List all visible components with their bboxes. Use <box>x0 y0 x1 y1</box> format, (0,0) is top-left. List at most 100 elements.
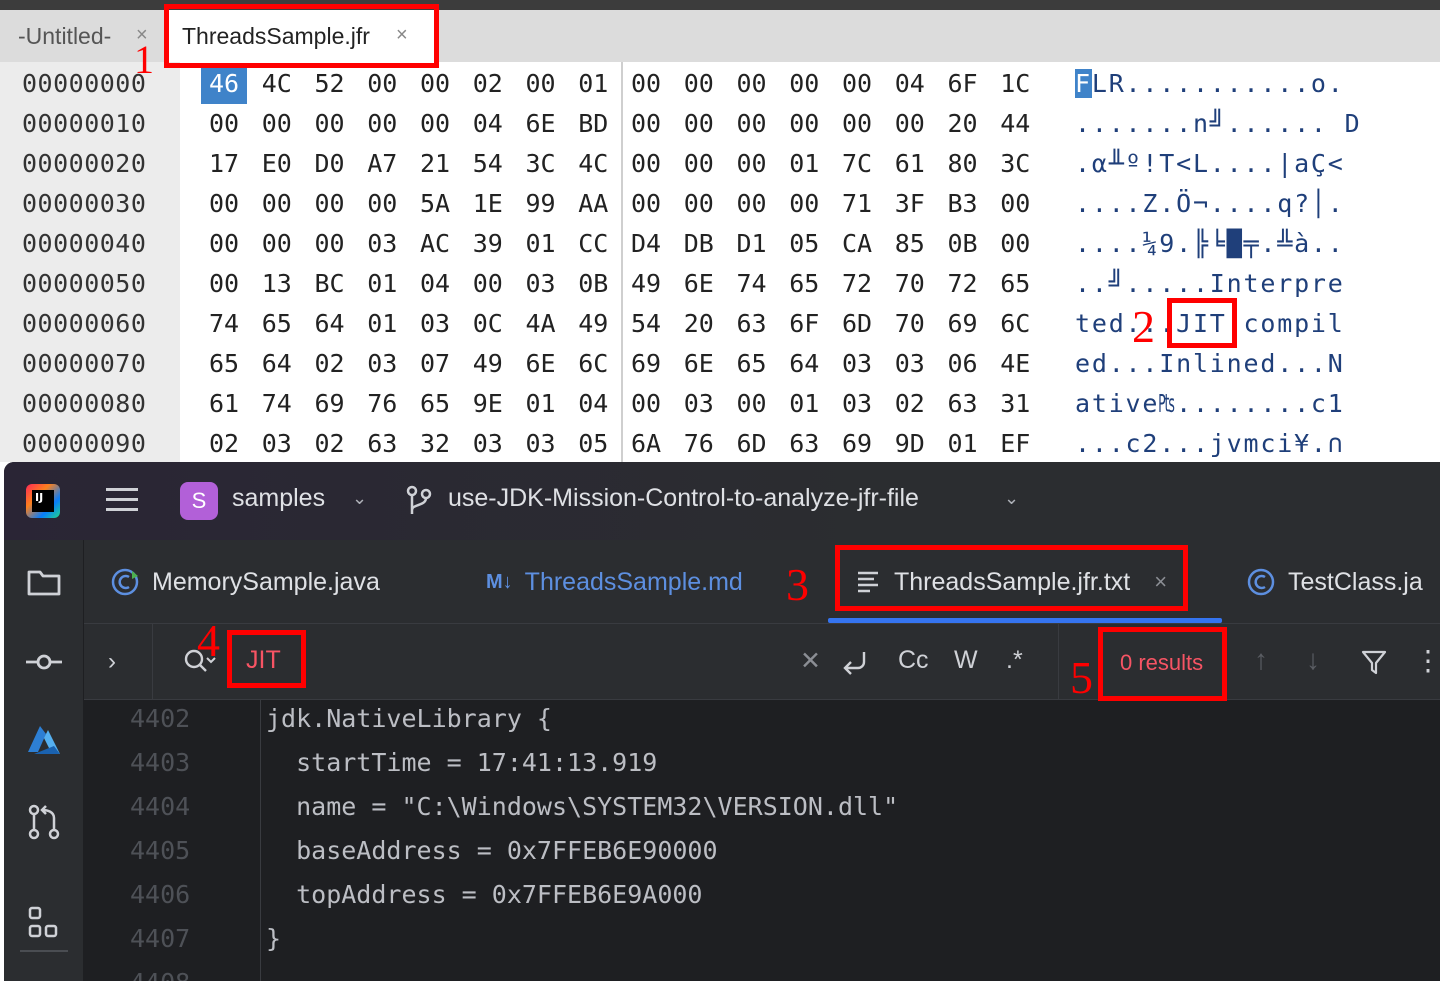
hex-byte[interactable]: 00 <box>623 184 669 224</box>
ascii-row[interactable]: ed...Inlined...N <box>1075 344 1345 384</box>
hex-byte[interactable]: 00 <box>359 184 405 224</box>
hex-byte[interactable]: 02 <box>307 424 353 462</box>
hex-byte[interactable]: 00 <box>412 64 458 104</box>
branch-name[interactable]: use-JDK-Mission-Control-to-analyze-jfr-f… <box>448 484 919 513</box>
hex-byte[interactable]: 1C <box>992 64 1038 104</box>
project-name[interactable]: samples <box>232 484 325 513</box>
hex-byte[interactable]: 39 <box>465 224 511 264</box>
hex-byte[interactable]: 65 <box>729 344 775 384</box>
commit-icon[interactable] <box>24 642 64 682</box>
hex-byte[interactable]: 00 <box>412 104 458 144</box>
ascii-row[interactable]: .......n╝...... D <box>1075 104 1361 144</box>
hex-byte[interactable]: D4 <box>623 224 669 264</box>
pull-requests-icon[interactable] <box>24 802 64 842</box>
hex-byte[interactable]: 00 <box>729 64 775 104</box>
hex-byte[interactable]: 01 <box>940 424 986 462</box>
hex-byte[interactable]: 00 <box>201 224 247 264</box>
hex-byte[interactable]: E0 <box>254 144 300 184</box>
hex-byte[interactable]: 3C <box>518 144 564 184</box>
hex-byte[interactable]: 65 <box>412 384 458 424</box>
new-line-icon[interactable] <box>840 648 870 676</box>
hex-byte[interactable]: 63 <box>940 384 986 424</box>
hex-byte[interactable]: 6E <box>676 264 722 304</box>
hex-byte[interactable]: 0C <box>465 304 511 344</box>
hex-byte[interactable]: 03 <box>834 344 880 384</box>
hex-byte[interactable]: 04 <box>887 64 933 104</box>
code-line[interactable]: } <box>266 924 281 968</box>
hex-byte[interactable]: 46 <box>201 64 247 104</box>
hex-byte[interactable]: 20 <box>940 104 986 144</box>
match-case-button[interactable]: Cc <box>898 646 929 675</box>
project-badge[interactable]: S <box>180 482 218 520</box>
hex-byte[interactable]: 00 <box>307 104 353 144</box>
hex-byte[interactable]: 76 <box>676 424 722 462</box>
hex-byte[interactable]: 63 <box>781 424 827 462</box>
code-line[interactable]: jdk.NativeLibrary { <box>266 704 552 748</box>
hex-byte[interactable]: 01 <box>570 64 616 104</box>
code-line[interactable]: startTime = 17:41:13.919 <box>266 748 657 792</box>
folder-icon[interactable] <box>24 562 64 602</box>
hex-byte[interactable]: 02 <box>887 384 933 424</box>
hex-byte[interactable]: CC <box>570 224 616 264</box>
hex-byte[interactable]: 80 <box>940 144 986 184</box>
chevron-down-icon[interactable]: ⌄ <box>1004 488 1019 509</box>
hex-byte[interactable]: 4C <box>570 144 616 184</box>
hex-byte[interactable]: 69 <box>307 384 353 424</box>
previous-occurrence-icon[interactable]: ↑ <box>1254 644 1268 676</box>
ascii-row[interactable]: ....Z.Ö¬....q?│. <box>1075 184 1345 224</box>
hex-byte[interactable]: 06 <box>940 344 986 384</box>
hex-byte[interactable]: 05 <box>781 224 827 264</box>
hex-byte[interactable]: 64 <box>254 344 300 384</box>
clear-search-icon[interactable]: ✕ <box>800 646 821 676</box>
hex-byte[interactable]: 4E <box>992 344 1038 384</box>
hex-byte[interactable]: 1E <box>465 184 511 224</box>
hex-byte[interactable]: 00 <box>254 104 300 144</box>
azure-icon[interactable] <box>24 720 64 760</box>
hex-byte[interactable]: 00 <box>254 184 300 224</box>
intellij-logo-icon[interactable]: IJ <box>26 484 60 518</box>
hex-byte[interactable]: 49 <box>570 304 616 344</box>
hex-byte[interactable]: 65 <box>201 344 247 384</box>
hex-byte[interactable]: 44 <box>992 104 1038 144</box>
hex-byte[interactable]: 00 <box>729 384 775 424</box>
hex-byte[interactable]: 64 <box>307 304 353 344</box>
hex-byte[interactable]: 00 <box>623 384 669 424</box>
hex-byte[interactable]: AA <box>570 184 616 224</box>
hex-byte[interactable]: 63 <box>359 424 405 462</box>
hex-byte[interactable]: EF <box>992 424 1038 462</box>
hex-byte[interactable]: 31 <box>992 384 1038 424</box>
hex-byte[interactable]: 72 <box>834 264 880 304</box>
hex-byte[interactable]: 00 <box>781 104 827 144</box>
hex-byte[interactable]: 6C <box>992 304 1038 344</box>
hex-byte[interactable]: 03 <box>465 424 511 462</box>
hex-byte[interactable]: 6E <box>676 344 722 384</box>
hex-byte[interactable]: DB <box>676 224 722 264</box>
hex-byte[interactable]: 9D <box>887 424 933 462</box>
hex-byte[interactable]: 0B <box>570 264 616 304</box>
hex-byte[interactable]: 74 <box>201 304 247 344</box>
hex-byte[interactable]: 5A <box>412 184 458 224</box>
ascii-row[interactable]: ative₧........c1 <box>1075 384 1345 424</box>
hex-byte[interactable]: 13 <box>254 264 300 304</box>
hex-byte[interactable]: 03 <box>887 344 933 384</box>
hex-byte[interactable]: 00 <box>307 224 353 264</box>
main-menu-icon[interactable] <box>106 486 138 514</box>
chevron-down-icon[interactable]: ⌄ <box>352 488 367 509</box>
filter-icon[interactable] <box>1360 648 1388 676</box>
more-options-icon[interactable]: ⋮ <box>1414 644 1440 677</box>
hex-byte[interactable]: 01 <box>359 264 405 304</box>
ascii-row[interactable]: ....¼9.╠╘█╤.╩à.. <box>1075 224 1345 264</box>
hex-byte[interactable]: 00 <box>201 184 247 224</box>
hex-byte[interactable]: 00 <box>729 104 775 144</box>
hex-byte[interactable]: 4C <box>254 64 300 104</box>
ascii-row[interactable]: FLR...........o. <box>1075 64 1345 104</box>
hex-byte[interactable]: 65 <box>254 304 300 344</box>
hex-byte[interactable]: CA <box>834 224 880 264</box>
hex-byte[interactable]: 6D <box>729 424 775 462</box>
hex-byte[interactable]: 01 <box>359 304 405 344</box>
hex-byte[interactable]: 03 <box>518 264 564 304</box>
hex-byte[interactable]: 32 <box>412 424 458 462</box>
hex-byte[interactable]: 52 <box>307 64 353 104</box>
hex-byte[interactable]: 00 <box>359 104 405 144</box>
ascii-row[interactable]: ...c2...jvmci¥.∩ <box>1075 424 1345 462</box>
